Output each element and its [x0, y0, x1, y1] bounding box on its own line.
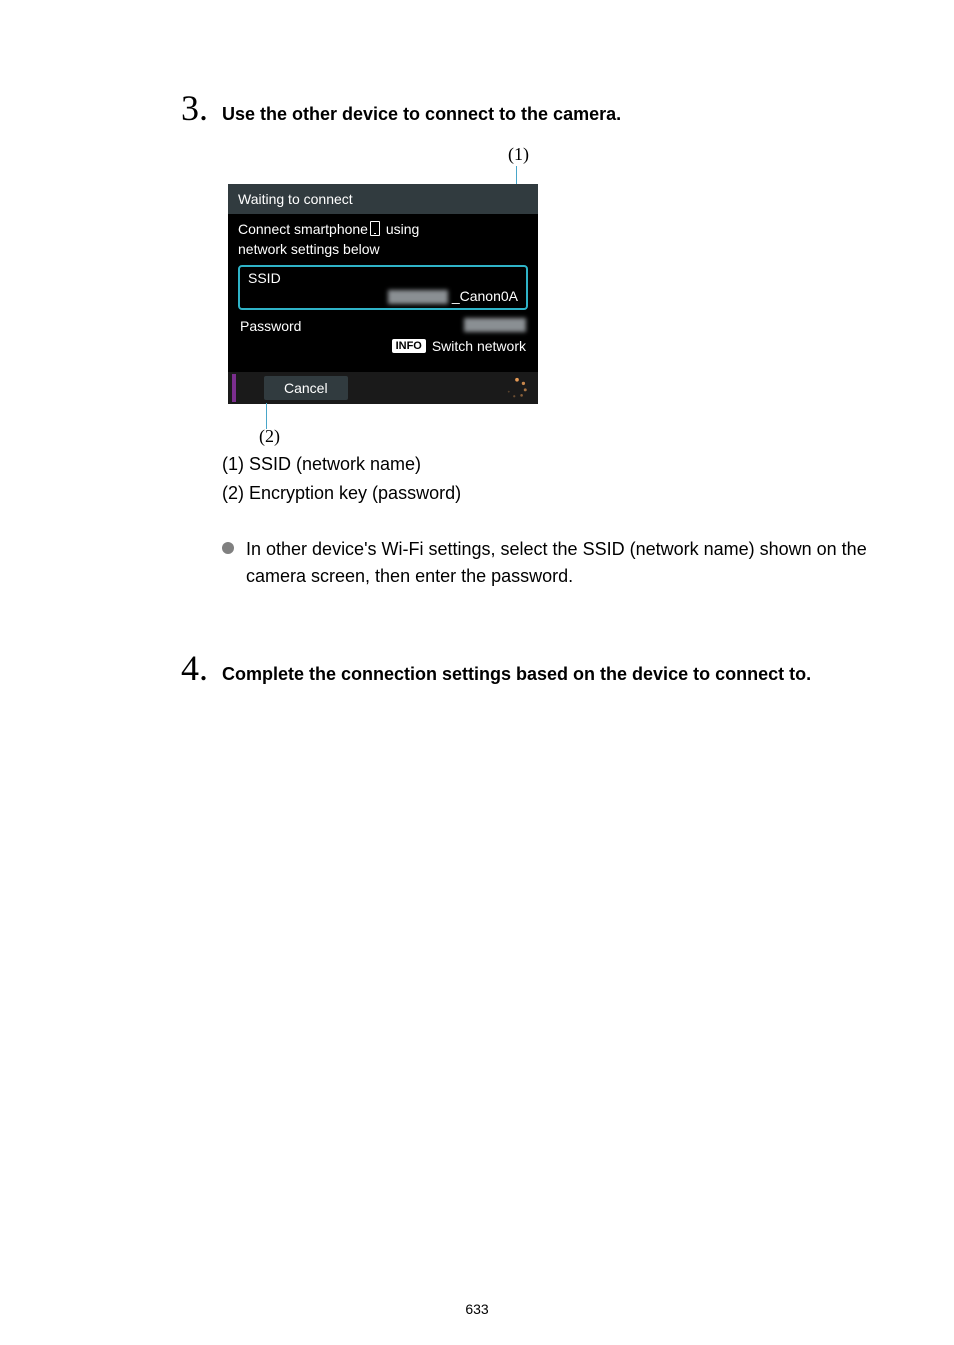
ssid-blur [388, 290, 448, 304]
selection-bar [232, 374, 236, 402]
page: 3. Use the other device to connect to th… [0, 0, 954, 1345]
cancel-row: Cancel [228, 372, 538, 404]
bullet-icon [222, 542, 234, 554]
switch-network-label: Switch network [432, 338, 526, 354]
instr-post: using [382, 221, 419, 237]
step-4-title: Complete the connection settings based o… [222, 664, 811, 685]
cancel-button[interactable]: Cancel [264, 376, 348, 400]
page-number: 633 [0, 1301, 954, 1317]
step-3-bullet: In other device's Wi-Fi settings, select… [222, 536, 894, 590]
bullet-text: In other device's Wi-Fi settings, select… [246, 536, 886, 590]
callout-2: (2) [259, 426, 280, 447]
info-row: INFO Switch network [228, 336, 538, 360]
callout-1: (1) [508, 144, 529, 165]
info-badge: INFO [392, 339, 426, 353]
figure-legend: (1) SSID (network name) (2) Encryption k… [222, 450, 894, 508]
password-blur [464, 318, 526, 332]
step-4-number: 4. [170, 650, 208, 686]
screen-title: Waiting to connect [228, 184, 538, 214]
instr-line2: network settings below [238, 241, 380, 257]
step-4: 4. Complete the connection settings base… [170, 650, 894, 686]
step-3-number: 3. [170, 90, 208, 126]
ssid-block: SSID _Canon0A [238, 265, 528, 310]
camera-screen: Waiting to connect Connect smartphone us… [228, 184, 538, 404]
step-4-head: 4. Complete the connection settings base… [170, 650, 894, 686]
figure: (1) Waiting to connect Connect smartphon… [222, 144, 552, 444]
step-3-title: Use the other device to connect to the c… [222, 104, 621, 125]
spinner-icon [506, 377, 528, 399]
password-label: Password [240, 318, 301, 334]
ssid-label: SSID [240, 267, 526, 286]
ssid-value-row: _Canon0A [240, 286, 526, 308]
legend-1: (1) SSID (network name) [222, 450, 894, 479]
step-3-head: 3. Use the other device to connect to th… [170, 90, 894, 126]
smartphone-icon [370, 221, 380, 236]
ssid-value: _Canon0A [452, 288, 518, 304]
instr-pre: Connect smartphone [238, 221, 368, 237]
password-row: Password [228, 314, 538, 336]
legend-2: (2) Encryption key (password) [222, 479, 894, 508]
step-3: 3. Use the other device to connect to th… [170, 90, 894, 590]
screen-instruction: Connect smartphone using network setting… [228, 214, 538, 261]
